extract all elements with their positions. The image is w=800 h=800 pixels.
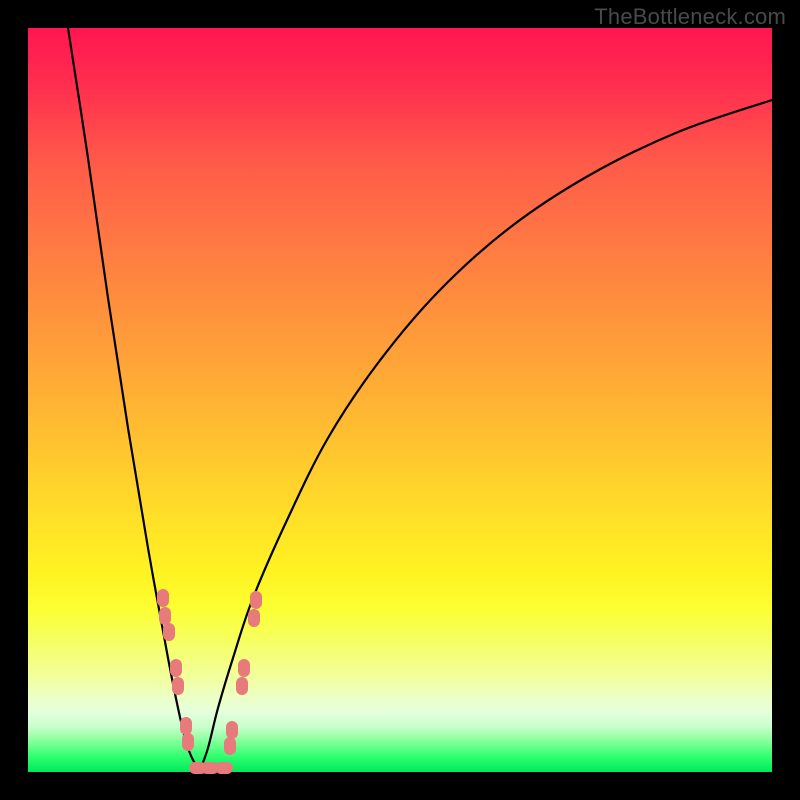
data-marker: [163, 623, 175, 641]
curve-right-branch: [200, 100, 772, 770]
data-marker: [236, 677, 248, 695]
data-marker: [215, 762, 233, 774]
data-marker: [250, 591, 262, 609]
data-marker: [224, 737, 236, 755]
data-marker: [157, 589, 169, 607]
data-marker: [238, 659, 250, 677]
curve-layer: [28, 28, 772, 772]
data-marker: [172, 677, 184, 695]
data-marker: [170, 659, 182, 677]
data-marker: [180, 717, 192, 735]
watermark-text: TheBottleneck.com: [594, 4, 786, 30]
data-marker: [182, 733, 194, 751]
data-marker: [226, 721, 238, 739]
data-marker: [159, 607, 171, 625]
curve-left-branch: [68, 28, 200, 770]
data-marker: [248, 609, 260, 627]
